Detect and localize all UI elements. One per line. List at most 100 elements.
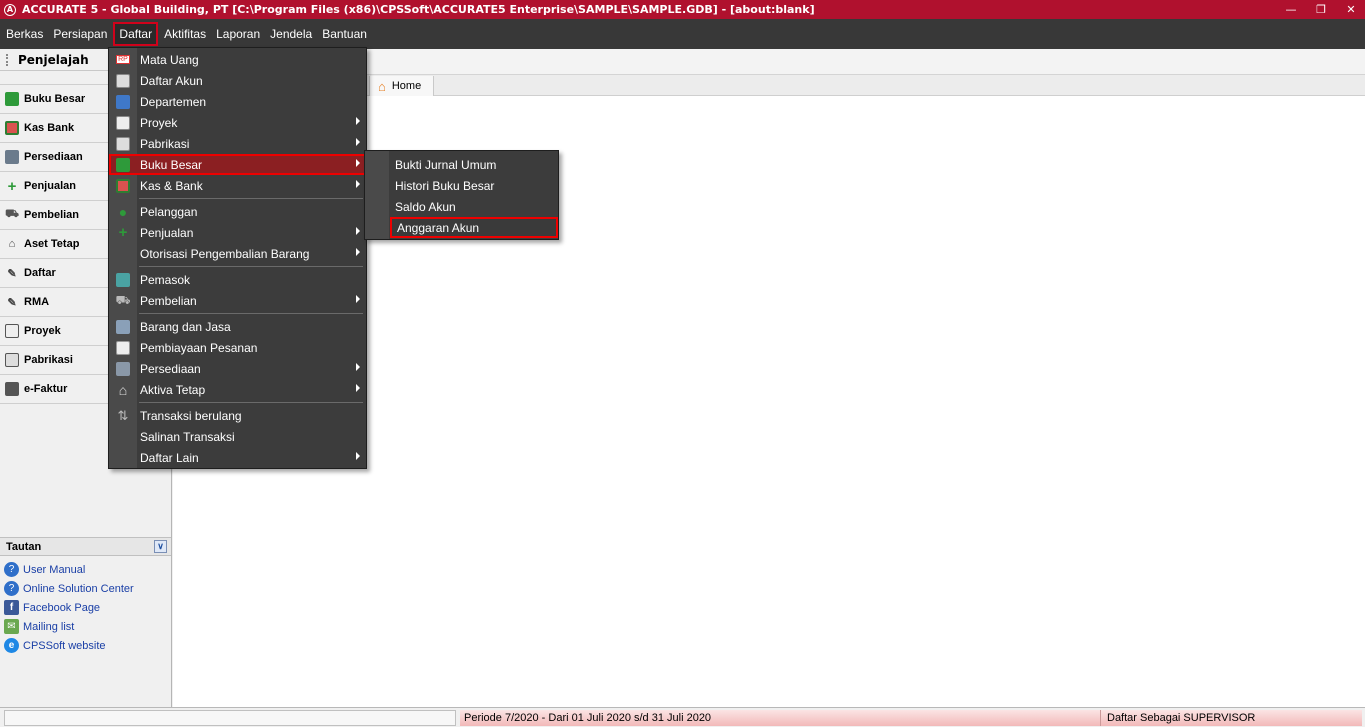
status-progress bbox=[4, 709, 456, 726]
menu-separator bbox=[139, 198, 363, 199]
menu-laporan[interactable]: Laporan bbox=[212, 24, 264, 44]
tautan-panel: Tautan ∨ ? User Manual ? Online Solution… bbox=[0, 537, 171, 655]
project-icon bbox=[109, 115, 137, 130]
sidebar-item-label: Aset Tetap bbox=[24, 238, 80, 250]
tautan-title: Tautan bbox=[6, 540, 42, 553]
collapse-icon[interactable]: ∨ bbox=[154, 540, 167, 553]
menu-item-pembelian[interactable]: ⛟ Pembelian bbox=[109, 290, 366, 311]
efaktur-icon bbox=[4, 381, 20, 397]
link-user-manual[interactable]: ? User Manual bbox=[0, 560, 171, 579]
tautan-header: Tautan ∨ bbox=[0, 537, 171, 556]
factory-icon bbox=[4, 352, 20, 368]
ledger-icon bbox=[4, 91, 20, 107]
buku-besar-submenu: Bukti Jurnal Umum Histori Buku Besar Sal… bbox=[364, 150, 559, 240]
menu-item-label: Barang dan Jasa bbox=[140, 319, 231, 334]
menu-item-label: Otorisasi Pengembalian Barang bbox=[140, 246, 310, 261]
minimize-icon[interactable]: — bbox=[1283, 3, 1299, 16]
link-label: Mailing list bbox=[23, 620, 75, 633]
menu-daftar[interactable]: Daftar bbox=[113, 22, 159, 46]
grip-icon[interactable] bbox=[6, 54, 8, 66]
inventory-icon bbox=[109, 361, 137, 376]
sidebar-item-label: RMA bbox=[24, 296, 50, 308]
cash-bank-icon bbox=[4, 120, 20, 136]
menu-item-label: Departemen bbox=[140, 94, 207, 109]
menu-item-otorisasi-pengembalian-barang[interactable]: Otorisasi Pengembalian Barang bbox=[109, 243, 366, 264]
menu-item-penjualan[interactable]: + Penjualan bbox=[109, 222, 366, 243]
window-controls: — ❐ ✕ bbox=[1283, 0, 1359, 19]
tab-home[interactable]: ⌂ Home bbox=[369, 76, 435, 96]
menu-item-pelanggan[interactable]: ● Pelanggan bbox=[109, 201, 366, 222]
menu-separator bbox=[139, 266, 363, 267]
menu-persiapan[interactable]: Persiapan bbox=[49, 24, 111, 44]
sidebar-title: Penjelajah bbox=[18, 52, 89, 67]
help-icon: ? bbox=[4, 562, 19, 577]
supplier-icon bbox=[109, 272, 137, 287]
menu-item-label: Persediaan bbox=[140, 361, 201, 376]
submenu-arrow-icon bbox=[356, 180, 360, 188]
submenu-item-anggaran-akun[interactable]: Anggaran Akun bbox=[390, 217, 558, 238]
menu-item-label: Pabrikasi bbox=[140, 136, 190, 151]
menu-item-label: Daftar Lain bbox=[140, 450, 199, 465]
submenu-arrow-icon bbox=[356, 138, 360, 146]
sidebar-item-label: Persediaan bbox=[24, 151, 83, 163]
menu-item-label: Mata Uang bbox=[140, 52, 199, 67]
menu-item-daftar-akun[interactable]: Daftar Akun bbox=[109, 70, 366, 91]
link-online-solution-center[interactable]: ? Online Solution Center bbox=[0, 579, 171, 598]
menu-item-label: Transaksi berulang bbox=[140, 408, 242, 423]
submenu-arrow-icon bbox=[356, 117, 360, 125]
menu-item-departemen[interactable]: Departemen bbox=[109, 91, 366, 112]
menu-bantuan[interactable]: Bantuan bbox=[318, 24, 371, 44]
menu-berkas[interactable]: Berkas bbox=[2, 24, 47, 44]
items-icon bbox=[109, 319, 137, 334]
menu-item-transaksi-berulang[interactable]: ⇅ Transaksi berulang bbox=[109, 405, 366, 426]
close-icon[interactable]: ✕ bbox=[1343, 3, 1359, 16]
menu-item-persediaan[interactable]: Persediaan bbox=[109, 358, 366, 379]
menu-item-label: Salinan Transaksi bbox=[140, 429, 235, 444]
sidebar-item-label: Pabrikasi bbox=[24, 354, 73, 366]
menu-item-label: Pembelian bbox=[140, 293, 197, 308]
window-title: ACCURATE 5 - Global Building, PT [C:\Pro… bbox=[22, 3, 815, 16]
restore-icon[interactable]: ❐ bbox=[1313, 3, 1329, 16]
menu-item-proyek[interactable]: Proyek bbox=[109, 112, 366, 133]
account-list-icon bbox=[109, 73, 137, 88]
status-period: Periode 7/2020 - Dari 01 Juli 2020 s/d 3… bbox=[460, 709, 1100, 726]
link-cpssoft-website[interactable]: e CPSSoft website bbox=[0, 636, 171, 655]
mailing-icon: ✉ bbox=[4, 619, 19, 634]
sidebar-item-label: e-Faktur bbox=[24, 383, 68, 395]
sidebar-item-label: Proyek bbox=[24, 325, 61, 337]
submenu-arrow-icon bbox=[356, 452, 360, 460]
rma-icon: ✎ bbox=[7, 296, 17, 309]
menu-item-label: Daftar Akun bbox=[140, 73, 203, 88]
sidebar-item-label: Kas Bank bbox=[24, 122, 75, 134]
menu-item-daftar-lain[interactable]: Daftar Lain bbox=[109, 447, 366, 468]
link-facebook-page[interactable]: f Facebook Page bbox=[0, 598, 171, 617]
menu-bar: Berkas Persiapan Daftar Aktifitas Lapora… bbox=[0, 19, 1365, 49]
department-icon bbox=[109, 94, 137, 109]
cash-bank-icon bbox=[109, 178, 137, 193]
submenu-item-bukti-jurnal-umum[interactable]: Bukti Jurnal Umum bbox=[365, 154, 558, 175]
menu-item-label: Proyek bbox=[140, 115, 178, 130]
menu-item-pabrikasi[interactable]: Pabrikasi bbox=[109, 133, 366, 154]
menu-item-kas-bank[interactable]: Kas & Bank bbox=[109, 175, 366, 196]
submenu-arrow-icon bbox=[356, 248, 360, 256]
menu-item-barang-dan-jasa[interactable]: Barang dan Jasa bbox=[109, 316, 366, 337]
menu-aktifitas[interactable]: Aktifitas bbox=[160, 24, 210, 44]
home-icon: ⌂ bbox=[378, 78, 386, 94]
menu-item-salinan-transaksi[interactable]: Salinan Transaksi bbox=[109, 426, 366, 447]
menu-jendela[interactable]: Jendela bbox=[266, 24, 316, 44]
menu-item-label: Pembiayaan Pesanan bbox=[140, 340, 258, 355]
menu-item-pemasok[interactable]: Pemasok bbox=[109, 269, 366, 290]
recurring-icon: ⇅ bbox=[117, 407, 129, 423]
accurate-logo-icon: A bbox=[4, 3, 16, 16]
cart-icon: ⛟ bbox=[5, 208, 19, 220]
menu-item-aktiva-tetap[interactable]: ⌂ Aktiva Tetap bbox=[109, 379, 366, 400]
help-icon: ? bbox=[4, 581, 19, 596]
menu-item-mata-uang[interactable]: RP Mata Uang bbox=[109, 49, 366, 70]
browser-icon: e bbox=[4, 638, 19, 653]
submenu-item-histori-buku-besar[interactable]: Histori Buku Besar bbox=[365, 175, 558, 196]
link-label: Online Solution Center bbox=[23, 582, 134, 595]
menu-item-pembiayaan-pesanan[interactable]: Pembiayaan Pesanan bbox=[109, 337, 366, 358]
submenu-item-saldo-akun[interactable]: Saldo Akun bbox=[365, 196, 558, 217]
menu-item-buku-besar[interactable]: Buku Besar bbox=[109, 154, 366, 175]
link-mailing-list[interactable]: ✉ Mailing list bbox=[0, 617, 171, 636]
